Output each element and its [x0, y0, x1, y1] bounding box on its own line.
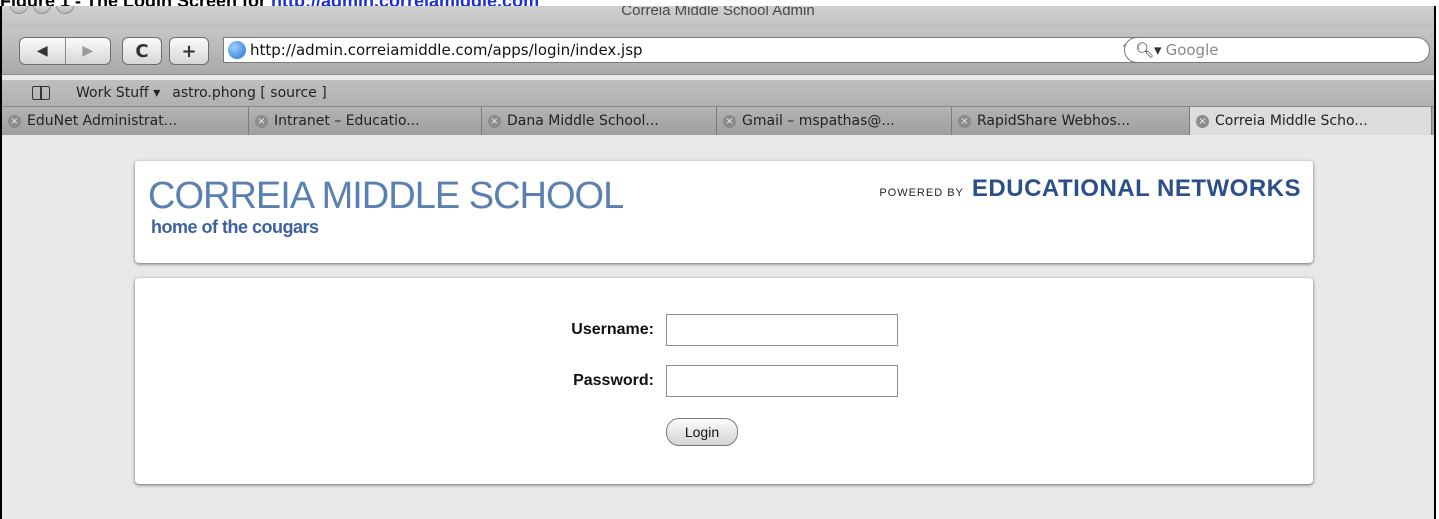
browser-toolbar: ◀ ▶ C + http://admin.correiamiddle.com/a… [2, 28, 1434, 75]
nav-buttons: ◀ ▶ [19, 37, 111, 65]
username-input[interactable] [666, 314, 898, 346]
url-text: http://admin.correiamiddle.com/apps/logi… [250, 41, 643, 59]
username-row: Username: [536, 314, 898, 346]
tab-correia-middle[interactable]: × Correia Middle Scho... [1190, 107, 1432, 135]
password-row: Password: [536, 365, 898, 397]
close-tab-icon[interactable]: × [488, 114, 501, 128]
powered-by-text: POWERED BY [879, 187, 964, 199]
address-bar[interactable]: http://admin.correiamiddle.com/apps/logi… [223, 37, 1137, 63]
forward-button[interactable]: ▶ [64, 38, 111, 64]
close-tab-icon[interactable]: × [723, 114, 736, 128]
tab-gmail[interactable]: × Gmail – mspathas@... [717, 107, 952, 135]
bookmarks-bar: Work Stuff ▾ astro.phong [ source ] [2, 80, 1434, 106]
add-bookmark-button[interactable]: + [169, 37, 209, 65]
bookmark-astro-phong[interactable]: astro.phong [ source ] [172, 85, 326, 101]
tab-label: Gmail – mspathas@... [742, 113, 895, 129]
tab-label: Dana Middle School... [507, 113, 659, 129]
powered-by-logo: POWERED BY EDUCATIONAL NETWORKS [879, 175, 1301, 203]
tab-label: Intranet – Educatio... [274, 113, 420, 129]
login-card: Username: Password: Login [135, 278, 1313, 484]
close-tab-icon[interactable]: × [8, 114, 21, 128]
bookmarks-book-icon[interactable] [32, 86, 50, 100]
search-field[interactable]: 🔍︎▾ Google [1124, 37, 1430, 63]
tab-rapidshare[interactable]: × RapidShare Webhos... [952, 107, 1190, 135]
tab-label: Correia Middle Scho... [1215, 113, 1368, 129]
tab-label: RapidShare Webhos... [977, 113, 1131, 129]
tab-dana-middle[interactable]: × Dana Middle School... [482, 107, 717, 135]
search-placeholder: Google [1165, 41, 1219, 59]
password-label: Password: [573, 372, 654, 389]
brand-name: EDUCATIONAL NETWORKS [971, 175, 1301, 202]
reload-button[interactable]: C [122, 37, 162, 65]
back-button[interactable]: ◀ [20, 38, 65, 64]
close-tab-icon[interactable]: × [958, 114, 971, 128]
close-tab-icon[interactable]: × [1196, 114, 1209, 128]
tab-bar: × EduNet Administrat... × Intranet – Educa… [2, 106, 1434, 136]
browser-window: Correia Middle School Admin ◀ ▶ C + http… [0, 6, 1436, 519]
search-icon: 🔍︎▾ [1135, 41, 1162, 59]
password-input[interactable] [666, 365, 898, 397]
window-title: Correia Middle School Admin [621, 6, 815, 19]
bookmark-work-stuff[interactable]: Work Stuff ▾ [76, 85, 160, 101]
tab-intranet[interactable]: × Intranet – Educatio... [249, 107, 482, 135]
username-label: Username: [571, 321, 654, 338]
close-tab-icon[interactable]: × [255, 114, 268, 128]
tab-label: EduNet Administrat... [27, 113, 178, 129]
school-tagline: home of the cougars [151, 217, 319, 237]
page-content: CORREIA MIDDLE SCHOOL home of the cougar… [2, 135, 1434, 519]
school-name: CORREIA MIDDLE SCHOOL [148, 175, 624, 217]
tab-edunet[interactable]: × EduNet Administrat... [2, 107, 249, 135]
globe-icon [228, 41, 246, 59]
header-card: CORREIA MIDDLE SCHOOL home of the cougar… [135, 161, 1313, 263]
login-button[interactable]: Login [666, 418, 738, 446]
